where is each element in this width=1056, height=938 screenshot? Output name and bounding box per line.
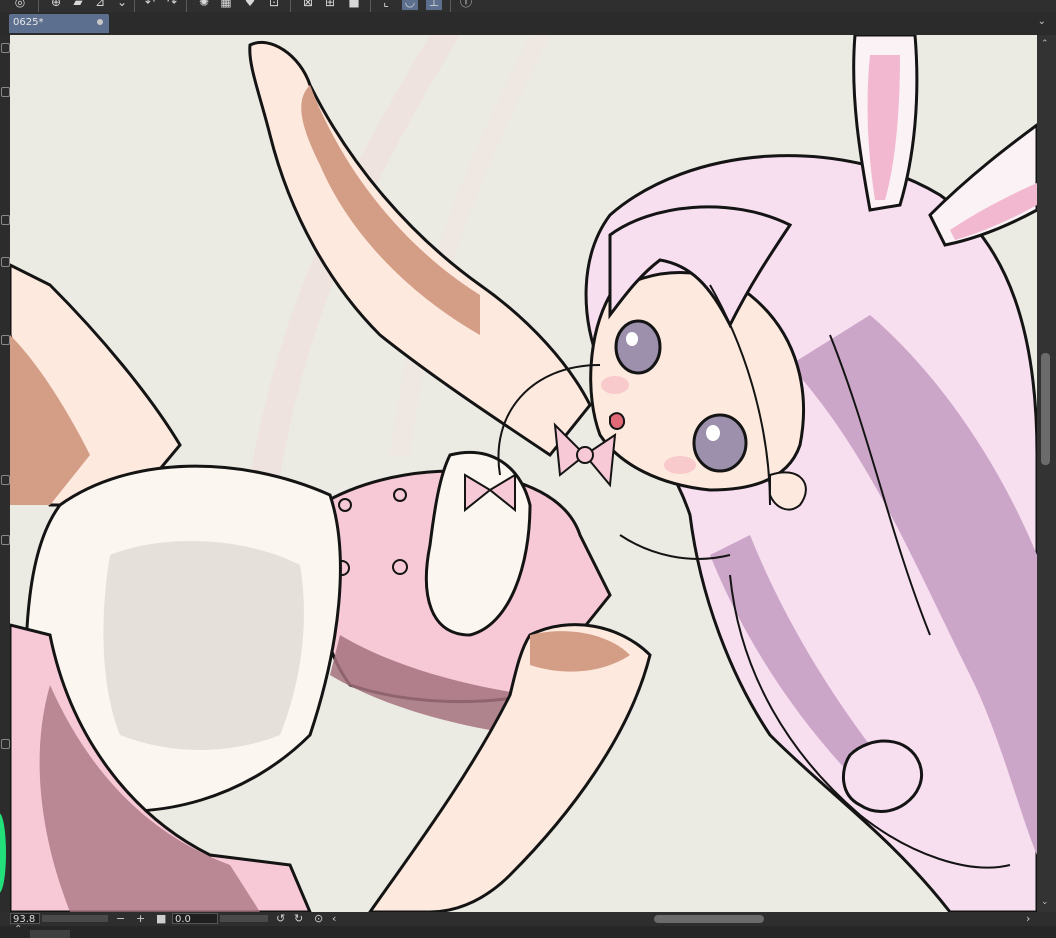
toolbar-separator <box>38 0 39 12</box>
left-eye-highlight <box>626 332 638 346</box>
scroll-right-button[interactable]: › <box>1026 912 1030 925</box>
toolbar-separator <box>186 0 187 12</box>
dress-button <box>393 488 407 502</box>
ear <box>769 471 807 511</box>
perspective-icon[interactable]: ⊥ <box>426 0 442 10</box>
zoom-slider[interactable] <box>42 915 108 922</box>
vertical-scroll-thumb[interactable] <box>1041 353 1050 465</box>
add-icon[interactable]: ⊕ <box>48 0 64 10</box>
zoom-in-button[interactable]: + <box>136 912 145 925</box>
redo-icon[interactable]: ↷ <box>164 0 180 10</box>
toolbar-separator <box>134 0 135 12</box>
snap-grid-icon[interactable]: ⊞ <box>322 0 338 10</box>
panel-handle-icon[interactable] <box>1 739 10 749</box>
left-eye <box>614 319 662 375</box>
panel-handle-icon[interactable] <box>1 43 10 53</box>
info-icon[interactable]: ⓘ <box>458 0 474 10</box>
horizontal-scroll-thumb[interactable] <box>654 915 764 923</box>
heart-icon[interactable]: ♥ <box>242 0 258 10</box>
scroll-up-icon[interactable]: ⌃ <box>1041 39 1049 49</box>
dress-button <box>338 498 352 512</box>
top-toolbar: ◎ ⊕ ▰ ⊿ ⌄ ↶ ↷ ✺ ▦ ♥ ⊡ ⊠ ⊞ ■ ⌞ ◡ ⊥ ⓘ <box>0 0 1056 12</box>
tab-menu-chevron-down-icon[interactable]: ⌄ <box>1038 16 1046 27</box>
right-blush <box>664 456 696 474</box>
bottom-panel-bar: ⌃ <box>0 924 1056 938</box>
apron-shadow <box>103 541 304 750</box>
transform-icon[interactable]: ⊡ <box>266 0 282 10</box>
zoom-field[interactable]: 93.8 <box>10 913 40 925</box>
document-tab-bar: 0625* ⌄ <box>0 12 1056 35</box>
left-blush <box>601 376 629 394</box>
curve-ruler-icon[interactable]: ◡ <box>402 0 418 10</box>
layer-icon[interactable]: ◎ <box>12 0 28 10</box>
panel-handle-icon[interactable] <box>1 475 10 485</box>
close-tab-icon[interactable] <box>97 19 103 25</box>
scroll-left-button[interactable]: ‹ <box>332 912 336 925</box>
rotation-slider[interactable] <box>220 915 268 922</box>
rotation-field[interactable]: 0.0 <box>172 913 218 925</box>
drawing-canvas[interactable] <box>10 35 1037 912</box>
reset-rotation-icon[interactable]: ⊙ <box>314 912 323 925</box>
scroll-down-icon[interactable]: ⌄ <box>1041 897 1049 907</box>
mouth <box>609 412 626 430</box>
square-icon[interactable]: ■ <box>346 0 362 10</box>
left-panel-strip <box>0 35 10 912</box>
panel-handle-icon[interactable] <box>1 87 10 97</box>
neck-bow-knot <box>576 446 594 464</box>
fill-icon[interactable]: ▰ <box>70 0 86 10</box>
toolbar-separator <box>450 0 451 12</box>
color-wheel-edge[interactable] <box>0 813 6 893</box>
loading-icon[interactable]: ✺ <box>196 0 212 10</box>
ruler-icon[interactable]: ⊿ <box>92 0 108 10</box>
document-tab-label: 0625* <box>13 17 44 28</box>
fit-square-icon[interactable]: ■ <box>156 912 166 925</box>
right-eye-highlight <box>706 425 720 441</box>
canvas-status-bar: 93.8 − + ■ 0.0 ↺ ↻ ⊙ ‹ › <box>0 912 1056 926</box>
right-eye <box>692 413 748 473</box>
chevron-down-icon[interactable]: ⌄ <box>114 0 130 10</box>
undo-icon[interactable]: ↶ <box>142 0 158 10</box>
hair-curl <box>841 739 924 813</box>
corner-icon[interactable]: ⌞ <box>378 0 394 10</box>
panel-handle-icon[interactable] <box>1 257 10 267</box>
panel-handle-icon[interactable] <box>1 335 10 345</box>
toolbar-separator <box>370 0 371 12</box>
vertical-scrollbar[interactable]: ⌃ ⌄ <box>1037 35 1056 912</box>
dress-button <box>392 559 408 575</box>
panel-handle-icon[interactable] <box>1 215 10 225</box>
chevron-up-icon[interactable]: ⌃ <box>14 924 22 935</box>
rotate-left-icon[interactable]: ↺ <box>276 912 285 925</box>
panel-handle-icon[interactable] <box>1 535 10 545</box>
document-tab[interactable]: 0625* <box>9 14 109 33</box>
grid-icon[interactable]: ▦ <box>218 0 234 10</box>
rotate-right-icon[interactable]: ↻ <box>294 912 303 925</box>
snap-icon[interactable]: ⊠ <box>300 0 316 10</box>
artwork <box>10 35 1037 912</box>
toolbar-separator <box>290 0 291 12</box>
bottom-panel-tab[interactable] <box>30 930 70 938</box>
zoom-out-button[interactable]: − <box>116 912 125 925</box>
